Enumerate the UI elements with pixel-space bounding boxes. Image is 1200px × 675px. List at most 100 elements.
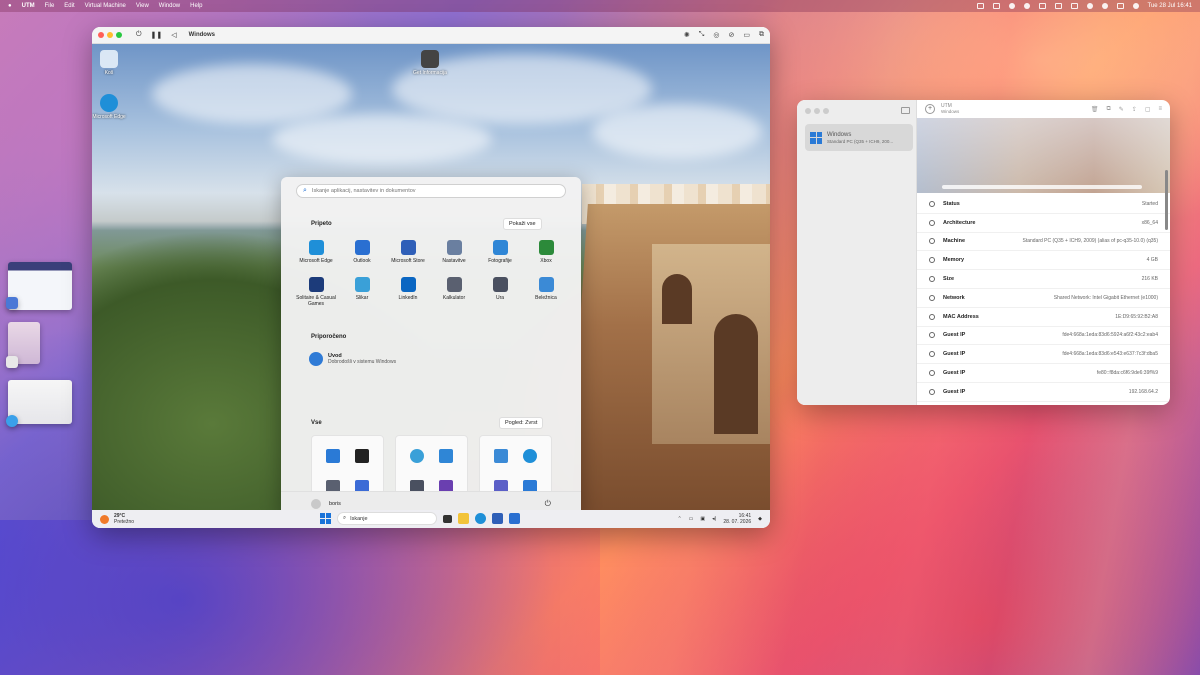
capture-mouse-icon[interactable]: ◎	[713, 31, 719, 39]
vm-preview[interactable]	[917, 118, 1170, 193]
scrollbar[interactable]	[1165, 170, 1168, 230]
vm-list-item[interactable]: Windows Standard PC (Q35 + ICH9, 200...	[805, 124, 913, 151]
pinned-app[interactable]: Kalkulator	[431, 276, 477, 308]
status-icon[interactable]	[1054, 3, 1062, 9]
stage-thumbnail[interactable]	[8, 380, 72, 424]
menu-virtual-machine[interactable]: Virtual Machine	[85, 3, 126, 9]
user-name[interactable]: boris	[329, 501, 341, 507]
menu-edit[interactable]: Edit	[64, 3, 74, 9]
status-icon[interactable]	[992, 3, 1000, 9]
search-icon[interactable]	[1101, 3, 1108, 9]
info-icon	[929, 332, 935, 339]
delete-icon[interactable]: 🗑	[1091, 106, 1099, 113]
macos-menubar: ● UTM File Edit Virtual Machine View Win…	[0, 0, 1200, 12]
drive-icon[interactable]: ▭	[743, 31, 750, 39]
add-vm-button[interactable]: +	[925, 104, 935, 114]
pinned-app[interactable]: Microsoft Edge	[293, 240, 339, 265]
app-icon	[538, 276, 554, 292]
taskbar-search[interactable]: ⌕ Iskanje	[337, 512, 437, 525]
wifi-icon[interactable]	[1086, 3, 1093, 9]
close-button[interactable]	[98, 32, 104, 38]
creative-cloud-icon[interactable]	[1008, 3, 1015, 9]
info-key: Guest IP	[943, 351, 966, 358]
battery-icon[interactable]	[1070, 3, 1078, 9]
menubar-clock[interactable]: Tue 28 Jul 16:41	[1148, 3, 1192, 9]
pinned-app[interactable]: Ura	[477, 276, 523, 308]
menu-window[interactable]: Window	[159, 3, 180, 9]
recommended-item[interactable]: Uvod Dobrodošli v sistemu Windows	[309, 352, 396, 366]
notification-icon[interactable]: ◆	[758, 516, 762, 522]
pinned-app[interactable]: Nastavitve	[431, 240, 477, 265]
utm-window: Windows Standard PC (Q35 + ICH9, 200... …	[797, 100, 1170, 405]
clone-icon[interactable]: ⧉	[1106, 106, 1110, 113]
app-icon	[492, 276, 508, 292]
pinned-app[interactable]: Xbox	[523, 240, 569, 265]
status-icon[interactable]	[1038, 3, 1046, 9]
pinned-app[interactable]: Slikar	[339, 276, 385, 308]
utm-dock-icon[interactable]	[6, 356, 18, 368]
pinned-grid: Microsoft Edge Outlook Microsoft Store Nast…	[293, 240, 569, 308]
sidebar-toggle-icon[interactable]	[901, 107, 910, 114]
menu-file[interactable]: File	[45, 3, 55, 9]
resize-icon[interactable]: ⤡	[699, 31, 705, 39]
edge-icon[interactable]	[475, 513, 486, 524]
menu-view[interactable]: View	[136, 3, 149, 9]
status-icon[interactable]	[1023, 3, 1030, 9]
view-category-button[interactable]: Pogled: Zvrst	[499, 417, 544, 429]
start-button[interactable]	[320, 513, 331, 524]
pinned-app[interactable]: Beležnica	[523, 276, 569, 308]
share-icon[interactable]: ⇪	[1132, 106, 1137, 113]
user-avatar[interactable]	[311, 499, 321, 509]
recycle-bin-icon[interactable]: Koš	[92, 50, 129, 76]
zoom-button[interactable]	[823, 108, 829, 114]
app-icon	[446, 240, 462, 255]
pinned-app[interactable]: LinkedIn	[385, 276, 431, 308]
zoom-button[interactable]	[116, 32, 122, 38]
outlook-icon[interactable]	[509, 513, 520, 524]
edit-icon[interactable]: ✎	[1119, 106, 1124, 113]
menu-icon[interactable]: ≡	[1158, 106, 1162, 113]
menu-utm[interactable]: UTM	[22, 3, 35, 9]
start-search-box[interactable]: ⌕	[296, 184, 566, 198]
volume-icon[interactable]: ◂)	[712, 516, 716, 522]
close-button[interactable]	[805, 108, 811, 114]
usb-icon[interactable]: ⊘	[729, 31, 735, 39]
minimize-button[interactable]	[107, 32, 113, 38]
finder-icon[interactable]	[6, 297, 18, 309]
taskbar-clock[interactable]: 16:41 28. 07. 2026	[723, 513, 751, 525]
pinned-app[interactable]: Fotografije	[477, 240, 523, 265]
power-icon[interactable]: ⏻	[136, 31, 142, 39]
pinned-app[interactable]: Solitaire & Casual Games	[293, 276, 339, 308]
apple-icon[interactable]: ●	[8, 3, 12, 9]
weather-widget[interactable]: 29°C Pretežno	[100, 513, 134, 525]
edge-desktop-icon[interactable]: Microsoft Edge	[92, 94, 129, 120]
control-center-icon[interactable]	[1116, 3, 1124, 9]
info-value: fde4:668a:1eda:83d6:e543:e637:7c3f:dba5	[1062, 351, 1158, 358]
pause-icon[interactable]: ❚❚	[151, 31, 163, 39]
restart-icon[interactable]: ◁	[171, 31, 176, 39]
window-icon[interactable]: ▢	[1145, 106, 1151, 113]
minimize-button[interactable]	[814, 108, 820, 114]
pinned-app-label: Xbox	[540, 258, 552, 264]
info-row: Status Started	[917, 195, 1170, 214]
file-explorer-icon[interactable]	[458, 513, 469, 524]
display-icon[interactable]: ▣	[700, 516, 705, 522]
windows-icon[interactable]: ⧉	[759, 31, 764, 39]
show-all-button[interactable]: Pokaži vse	[503, 218, 542, 230]
store-icon[interactable]	[492, 513, 503, 524]
pinned-app[interactable]: Microsoft Store	[385, 240, 431, 265]
safari-icon[interactable]	[6, 415, 18, 427]
chevron-up-icon[interactable]: ⌃	[677, 516, 681, 522]
network-icon[interactable]: ▭	[689, 516, 694, 522]
start-search-input[interactable]	[311, 188, 552, 194]
pinned-app-label: Microsoft Store	[391, 258, 425, 264]
power-icon[interactable]: ⏻	[545, 499, 551, 509]
pinned-app[interactable]: Outlook	[339, 240, 385, 265]
windows-desktop[interactable]: Koš Microsoft Edge Get Informacija ⌕ Pri…	[92, 44, 770, 516]
display-icon[interactable]: ✺	[684, 31, 690, 39]
status-icon[interactable]	[976, 3, 984, 9]
siri-icon[interactable]	[1132, 3, 1139, 9]
task-view-icon[interactable]	[443, 514, 452, 523]
menu-help[interactable]: Help	[190, 3, 202, 9]
get-info-desktop-icon[interactable]: Get Informacija	[410, 50, 450, 76]
